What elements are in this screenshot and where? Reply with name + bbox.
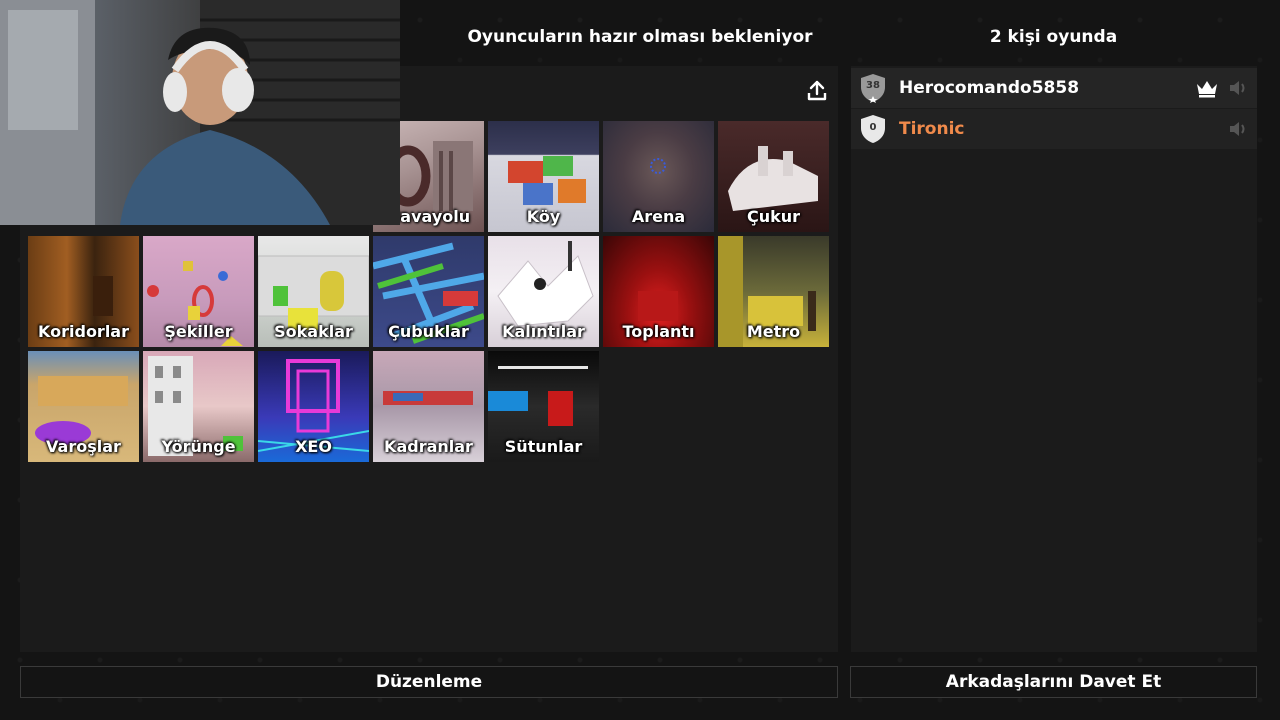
- map-label: Arena: [631, 207, 686, 226]
- shield-badge-icon: 0: [859, 114, 887, 144]
- upload-button[interactable]: [803, 77, 831, 105]
- map-label: Sokaklar: [274, 322, 353, 341]
- invite-friends-button[interactable]: Arkadaşlarını Davet Et: [850, 666, 1257, 698]
- map-tile-cubuklar[interactable]: Çubuklar: [373, 236, 484, 347]
- map-label: Kalıntılar: [502, 322, 585, 341]
- map-tile-metro[interactable]: Metro: [718, 236, 829, 347]
- map-tile-sokaklar[interactable]: Sokaklar: [258, 236, 369, 347]
- map-label: Köy: [526, 207, 561, 226]
- map-label: Şekiller: [164, 322, 233, 341]
- player-name: Tironic: [899, 119, 965, 139]
- shield-badge-icon: 38: [859, 73, 887, 103]
- webcam-overlay: [0, 0, 400, 225]
- map-tile-sutunlar[interactable]: Sütunlar: [488, 351, 599, 462]
- map-label: Kadranlar: [384, 437, 473, 456]
- speaker-icon[interactable]: [1227, 77, 1249, 99]
- map-tile-koridorlar[interactable]: Koridorlar: [28, 236, 139, 347]
- speaker-icon[interactable]: [1227, 118, 1249, 140]
- player-row[interactable]: 38 Herocomando5858: [851, 68, 1257, 108]
- edit-button[interactable]: Düzenleme: [20, 666, 838, 698]
- map-label: Metro: [746, 322, 801, 341]
- player-count: 2 kişi oyunda: [989, 27, 1118, 47]
- map-label: Koridorlar: [38, 322, 129, 341]
- map-label: Çukur: [746, 207, 801, 226]
- map-tile-kadranlar[interactable]: Kadranlar: [373, 351, 484, 462]
- map-tile-sekiller[interactable]: Şekiller: [143, 236, 254, 347]
- map-label: Çubuklar: [388, 322, 469, 341]
- player-level: 0: [869, 122, 877, 133]
- map-tile-arena[interactable]: Arena: [603, 121, 714, 232]
- player-name: Herocomando5858: [899, 78, 1080, 98]
- map-tile-koy[interactable]: Köy: [488, 121, 599, 232]
- waiting-status: Oyuncuların hazır olması bekleniyor: [467, 27, 813, 47]
- map-label: Varoşlar: [46, 437, 121, 456]
- map-tile-kalintilar[interactable]: Kalıntılar: [488, 236, 599, 347]
- crown-icon: [1197, 81, 1217, 98]
- map-tile-varoslar[interactable]: Varoşlar: [28, 351, 139, 462]
- map-label: Sütunlar: [504, 437, 583, 456]
- map-label: Toplantı: [622, 322, 695, 341]
- map-label: XEO: [295, 437, 332, 456]
- map-tile-xeo[interactable]: XEO: [258, 351, 369, 462]
- map-label: Yörünge: [161, 437, 236, 456]
- map-tile-cukur[interactable]: Çukur: [718, 121, 829, 232]
- player-list-panel: 38 Herocomando5858 0 Tironic: [851, 66, 1257, 652]
- player-row[interactable]: 0 Tironic: [851, 109, 1257, 149]
- map-tile-toplanti[interactable]: Toplantı: [603, 236, 714, 347]
- upload-icon: [807, 80, 827, 101]
- player-level: 38: [866, 80, 880, 91]
- map-tile-yorunge[interactable]: Yörünge: [143, 351, 254, 462]
